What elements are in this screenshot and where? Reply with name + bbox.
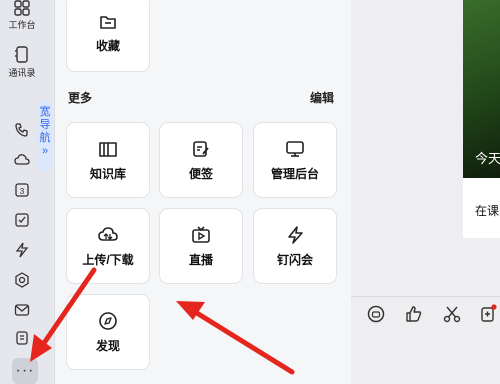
tv-icon xyxy=(192,225,210,243)
book-icon xyxy=(99,141,117,157)
wide-nav-char: 导 xyxy=(39,119,51,131)
double-chevron-icon: » xyxy=(41,145,49,157)
folder-icon xyxy=(100,15,116,29)
app-card-upload-download[interactable]: 上传/下载 xyxy=(66,208,150,284)
app-label: 钉闪会 xyxy=(276,252,313,267)
app-card-flash-meeting[interactable]: 钉闪会 xyxy=(253,208,337,284)
section-title: 更多 xyxy=(68,91,93,105)
flash-icon[interactable] xyxy=(14,242,30,258)
wide-nav-char: 宽 xyxy=(39,106,51,118)
app-label: 便签 xyxy=(188,166,213,181)
cloud-icon[interactable] xyxy=(14,152,30,168)
grid-icon xyxy=(14,0,30,16)
doc-icon[interactable] xyxy=(14,330,30,346)
app-card-admin-console[interactable]: 管理后台 xyxy=(253,122,337,198)
scissors-icon[interactable] xyxy=(442,304,462,324)
doc-add-icon[interactable] xyxy=(478,304,498,324)
monitor-icon xyxy=(286,140,304,157)
sidebar-item-contacts[interactable]: 通讯录 xyxy=(4,46,40,79)
svg-text:3: 3 xyxy=(20,187,25,196)
todo-icon[interactable] xyxy=(14,212,30,228)
more-button[interactable]: ··· xyxy=(12,358,38,384)
cloud-transfer-icon xyxy=(98,226,118,241)
mail-icon[interactable] xyxy=(14,302,30,318)
app-label: 直播 xyxy=(188,252,213,267)
app-label: 发现 xyxy=(95,338,120,353)
wide-nav-toggle[interactable]: 宽 导 航 » xyxy=(37,100,53,172)
emoji-icon[interactable] xyxy=(366,304,386,324)
compass-icon xyxy=(99,311,117,330)
app-label: 管理后台 xyxy=(270,166,319,181)
cube-icon[interactable] xyxy=(14,272,30,288)
app-card-notes[interactable]: 便签 xyxy=(159,122,243,198)
sidebar-item-label: 通讯录 xyxy=(8,68,36,78)
app-label: 知识库 xyxy=(89,166,126,181)
sidebar-item-label: 工作台 xyxy=(8,20,36,30)
wide-nav-char: 航 xyxy=(39,132,51,144)
thumbs-up-icon[interactable] xyxy=(404,304,424,324)
card-title: 在课 xyxy=(475,204,500,218)
contacts-icon xyxy=(15,46,28,63)
calendar-icon[interactable]: 3 xyxy=(14,182,30,198)
app-card-favorites[interactable]: 收藏 xyxy=(66,0,150,72)
app-card-live[interactable]: 直播 xyxy=(159,208,243,284)
sidebar-item-workbench[interactable]: 工作台 xyxy=(4,0,40,31)
app-label: 上传/下载 xyxy=(82,252,134,267)
lightning-icon xyxy=(288,225,303,244)
toolbar-divider xyxy=(351,296,500,297)
note-edit-icon xyxy=(193,140,209,157)
app-card-knowledge-base[interactable]: 知识库 xyxy=(66,122,150,198)
more-dots-icon: ··· xyxy=(15,362,35,379)
sidebar: 工作台 通讯录 3 宽 导 航 » ··· xyxy=(0,0,53,384)
app-card-discover[interactable]: 发现 xyxy=(66,294,150,370)
image-caption: 今天 xyxy=(475,151,500,166)
edit-link[interactable]: 编辑 xyxy=(310,89,334,106)
app-label: 收藏 xyxy=(95,38,120,53)
phone-icon[interactable] xyxy=(14,122,30,138)
